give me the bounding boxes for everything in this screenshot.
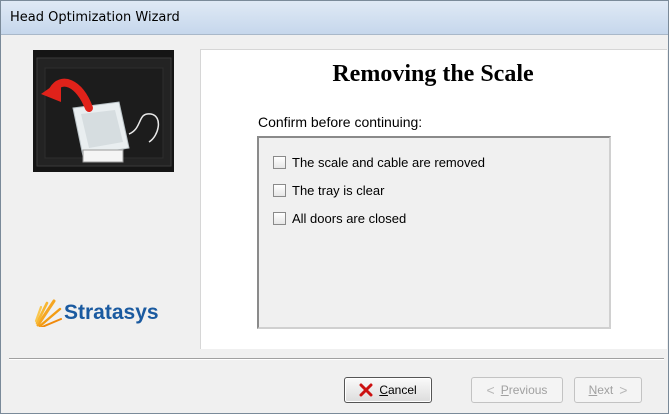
checklist-item-tray-clear[interactable]: The tray is clear bbox=[273, 182, 384, 198]
cancel-button-label: Cancel bbox=[379, 383, 417, 397]
page-title: Removing the Scale bbox=[332, 61, 534, 87]
wizard-window: Head Optimization Wizard Stratasys Remov… bbox=[0, 0, 669, 414]
next-button[interactable]: Next > bbox=[574, 377, 642, 403]
window-title: Head Optimization Wizard bbox=[10, 10, 180, 25]
title-bar[interactable]: Head Optimization Wizard bbox=[1, 1, 668, 35]
footer-divider bbox=[9, 358, 664, 360]
checkbox[interactable] bbox=[273, 155, 286, 169]
confirm-prompt: Confirm before continuing: bbox=[258, 114, 423, 130]
checklist-item-doors-closed[interactable]: All doors are closed bbox=[273, 210, 406, 226]
checkbox[interactable] bbox=[273, 183, 286, 197]
arrow-right-icon: > bbox=[619, 382, 628, 398]
next-button-label: Next bbox=[588, 383, 614, 397]
previous-button[interactable]: < Previous bbox=[471, 377, 563, 403]
sunburst-icon bbox=[34, 299, 62, 327]
checkbox-label: The scale and cable are removed bbox=[292, 154, 485, 170]
confirmation-checklist: The scale and cable are removed The tray… bbox=[257, 136, 611, 329]
previous-button-label: Previous bbox=[500, 383, 548, 397]
checkbox-label: The tray is clear bbox=[292, 182, 385, 198]
logo-wordmark: Stratasys bbox=[64, 301, 159, 324]
instruction-image bbox=[33, 50, 174, 172]
close-icon bbox=[359, 383, 373, 397]
stratasys-logo: Stratasys bbox=[34, 295, 184, 335]
checkbox[interactable] bbox=[273, 211, 286, 225]
arrow-left-icon: < bbox=[486, 382, 495, 398]
checklist-item-scale-removed[interactable]: The scale and cable are removed bbox=[273, 154, 485, 170]
checkbox-label: All doors are closed bbox=[292, 210, 407, 226]
cancel-button[interactable]: Cancel bbox=[344, 377, 432, 403]
